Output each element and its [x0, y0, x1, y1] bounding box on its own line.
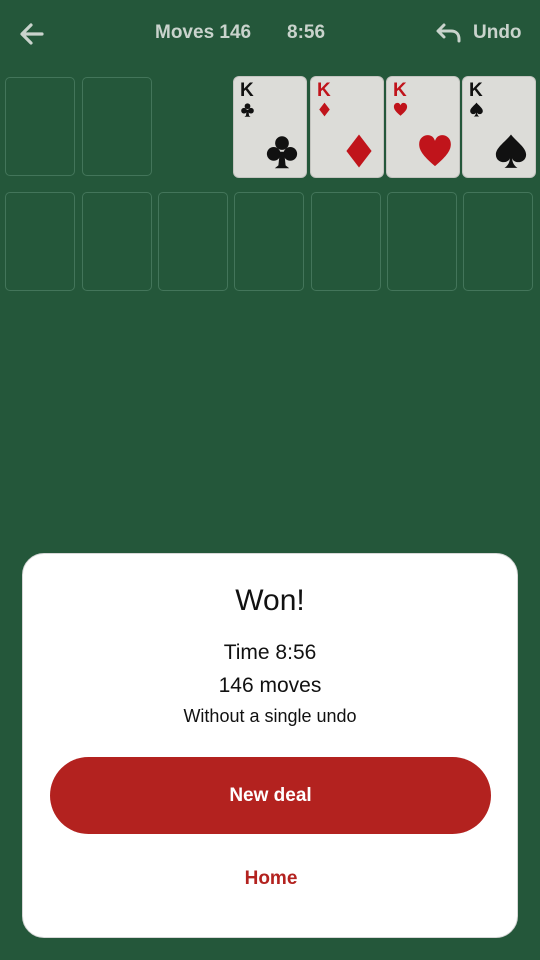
game-timer: 8:56 — [287, 22, 326, 43]
foundation-clubs-card[interactable]: K — [234, 77, 306, 177]
tableau-column-slot[interactable] — [387, 192, 457, 291]
tableau-column-slot[interactable] — [311, 192, 381, 291]
foundation-hearts-card[interactable]: K — [387, 77, 459, 177]
club-icon — [240, 102, 255, 117]
tableau-column-slot[interactable] — [82, 192, 152, 291]
win-moves: 146 moves — [218, 674, 322, 697]
diamond-icon — [341, 133, 377, 169]
club-icon — [264, 133, 300, 169]
card-rank: K — [317, 80, 331, 101]
tableau-column-slot[interactable] — [463, 192, 533, 291]
arrow-left-icon — [20, 23, 44, 45]
heart-icon — [417, 133, 453, 169]
tableau-column-slot[interactable] — [5, 192, 75, 291]
tableau-column-slot[interactable] — [234, 192, 304, 291]
tableau-column-slot[interactable] — [158, 192, 228, 291]
win-time: Time 8:56 — [223, 641, 317, 664]
card-rank: K — [393, 80, 407, 101]
free-cell-slot[interactable] — [5, 77, 75, 176]
undo-label: Undo — [473, 22, 522, 43]
free-cell-slot[interactable] — [82, 77, 152, 176]
top-bar: Moves 146 8:56 Undo — [0, 0, 540, 66]
win-dialog: Won! Time 8:56 146 moves Without a singl… — [22, 553, 518, 938]
diamond-icon — [317, 102, 332, 117]
undo-arrow-icon — [436, 23, 461, 43]
heart-icon — [393, 102, 408, 117]
spade-icon — [469, 102, 484, 117]
home-button[interactable]: Home — [211, 859, 331, 899]
spade-icon — [493, 133, 529, 169]
back-button[interactable] — [14, 16, 50, 52]
win-title: Won! — [235, 584, 305, 617]
win-undo-note: Without a single undo — [183, 706, 357, 726]
card-rank: K — [469, 80, 483, 101]
new-deal-button[interactable]: New deal — [50, 757, 491, 834]
undo-button[interactable]: Undo — [432, 18, 528, 48]
moves-counter: Moves 146 — [155, 22, 252, 43]
card-rank: K — [240, 80, 254, 101]
foundation-spades-card[interactable]: K — [463, 77, 535, 177]
foundation-diamonds-card[interactable]: K — [311, 77, 383, 177]
